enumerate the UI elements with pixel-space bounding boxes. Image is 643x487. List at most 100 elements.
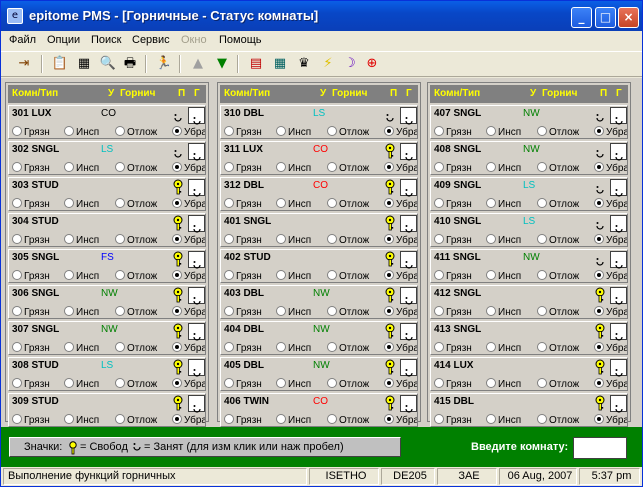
key-icon[interactable] (171, 395, 185, 411)
status-radio[interactable]: Инсп (64, 306, 99, 318)
status-radio[interactable]: Отлож (327, 198, 369, 210)
radio-dot[interactable] (224, 414, 234, 424)
radio-dot[interactable] (64, 306, 74, 316)
status-radio[interactable]: Убран (594, 342, 627, 354)
radio-dot[interactable] (594, 162, 604, 172)
radio-dot[interactable] (434, 270, 444, 280)
radio-dot[interactable] (224, 270, 234, 280)
busy-icon[interactable] (593, 143, 607, 159)
status-radio[interactable]: Убран (594, 414, 627, 426)
status-radio[interactable]: Убран (594, 234, 627, 246)
calculator-icon[interactable]: ▦ (75, 55, 93, 73)
radio-dot[interactable] (327, 342, 337, 352)
status-radio[interactable]: Грязн (12, 126, 50, 138)
menu-search[interactable]: Поиск (91, 34, 121, 46)
radio-dot[interactable] (594, 234, 604, 244)
enter-room-input[interactable] (573, 437, 627, 459)
status-radio[interactable]: Инсп (486, 198, 521, 210)
radio-dot[interactable] (115, 126, 125, 136)
status-radio[interactable]: Убран (172, 198, 205, 210)
radio-dot[interactable] (434, 234, 444, 244)
radio-dot[interactable] (115, 306, 125, 316)
radio-dot[interactable] (327, 270, 337, 280)
status-radio[interactable]: Инсп (486, 306, 521, 318)
status-radio[interactable]: Отлож (537, 162, 579, 174)
radio-dot[interactable] (172, 342, 182, 352)
radio-dot[interactable] (172, 198, 182, 208)
room-state-toggle[interactable] (188, 107, 205, 125)
radio-dot[interactable] (384, 342, 394, 352)
status-radio[interactable]: Убран (384, 198, 417, 210)
status-radio[interactable]: Инсп (64, 234, 99, 246)
radio-dot[interactable] (12, 414, 22, 424)
status-radio[interactable]: Отлож (327, 234, 369, 246)
radio-dot[interactable] (537, 342, 547, 352)
radio-dot[interactable] (115, 414, 125, 424)
radio-dot[interactable] (12, 378, 22, 388)
status-radio[interactable]: Убран (172, 162, 205, 174)
radio-dot[interactable] (434, 378, 444, 388)
room-state-toggle[interactable] (610, 287, 627, 305)
status-radio[interactable]: Убран (594, 198, 627, 210)
menu-options[interactable]: Опции (47, 34, 80, 46)
status-radio[interactable]: Грязн (12, 270, 50, 282)
radio-dot[interactable] (327, 414, 337, 424)
status-radio[interactable]: Грязн (12, 234, 50, 246)
room-state-toggle[interactable] (610, 107, 627, 125)
radio-dot[interactable] (276, 162, 286, 172)
room-state-toggle[interactable] (400, 179, 417, 197)
search-icon[interactable]: 🔍 (99, 55, 117, 73)
status-radio[interactable]: Грязн (12, 306, 50, 318)
radio-dot[interactable] (384, 234, 394, 244)
status-radio[interactable]: Отлож (327, 162, 369, 174)
title-bar[interactable]: e epitome PMS - [Горничные - Статус комн… (1, 1, 642, 31)
key-icon[interactable] (383, 323, 397, 339)
calculator2-icon[interactable]: ▦ (271, 55, 289, 73)
radio-dot[interactable] (224, 234, 234, 244)
busy-icon[interactable] (593, 215, 607, 231)
status-radio[interactable]: Инсп (64, 414, 99, 426)
radio-dot[interactable] (276, 126, 286, 136)
status-radio[interactable]: Убран (594, 126, 627, 138)
status-radio[interactable]: Инсп (276, 270, 311, 282)
busy-icon[interactable] (593, 107, 607, 123)
radio-dot[interactable] (64, 414, 74, 424)
radio-dot[interactable] (594, 126, 604, 136)
radio-dot[interactable] (64, 126, 74, 136)
status-radio[interactable]: Грязн (434, 126, 472, 138)
status-radio[interactable]: Инсп (486, 162, 521, 174)
key-icon[interactable] (171, 359, 185, 375)
status-radio[interactable]: Грязн (224, 234, 262, 246)
radio-dot[interactable] (384, 378, 394, 388)
status-radio[interactable]: Отлож (537, 198, 579, 210)
status-radio[interactable]: Грязн (12, 414, 50, 426)
radio-dot[interactable] (115, 270, 125, 280)
radio-dot[interactable] (486, 162, 496, 172)
room-state-toggle[interactable] (188, 215, 205, 233)
key-icon[interactable] (383, 395, 397, 411)
status-radio[interactable]: Убран (384, 126, 417, 138)
key-icon[interactable] (593, 287, 607, 303)
radio-dot[interactable] (12, 162, 22, 172)
key-icon[interactable] (383, 179, 397, 195)
radio-dot[interactable] (486, 306, 496, 316)
radio-dot[interactable] (594, 306, 604, 316)
status-radio[interactable]: Убран (172, 126, 205, 138)
runner-icon[interactable]: 🏃 (155, 55, 173, 73)
status-radio[interactable]: Отлож (115, 270, 157, 282)
radio-dot[interactable] (327, 198, 337, 208)
radio-dot[interactable] (12, 234, 22, 244)
status-radio[interactable]: Грязн (224, 414, 262, 426)
status-radio[interactable]: Инсп (276, 234, 311, 246)
status-radio[interactable]: Инсп (486, 378, 521, 390)
radio-dot[interactable] (172, 162, 182, 172)
radio-dot[interactable] (537, 162, 547, 172)
status-radio[interactable]: Убран (172, 234, 205, 246)
status-radio[interactable]: Отлож (327, 378, 369, 390)
status-radio[interactable]: Инсп (486, 126, 521, 138)
status-radio[interactable]: Отлож (327, 270, 369, 282)
status-radio[interactable]: Убран (384, 378, 417, 390)
busy-icon[interactable] (593, 179, 607, 195)
status-radio[interactable]: Отлож (115, 414, 157, 426)
radio-dot[interactable] (434, 306, 444, 316)
